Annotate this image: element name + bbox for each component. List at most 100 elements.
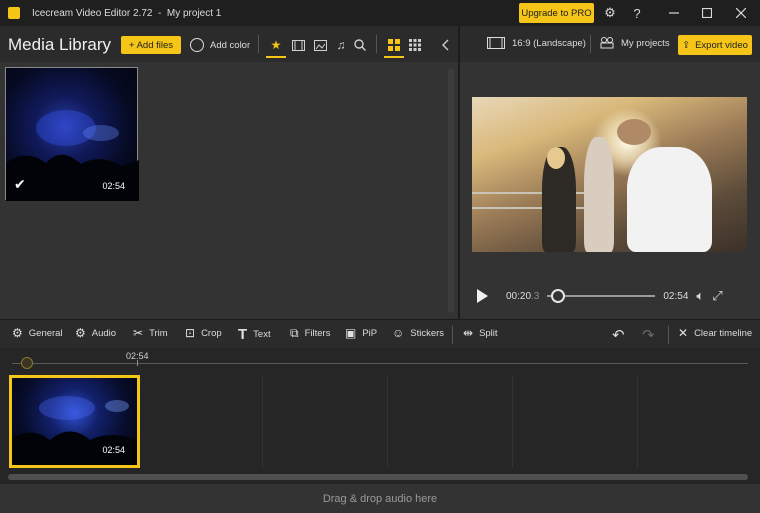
image-filter-icon[interactable] <box>312 36 328 54</box>
export-icon: ⇪ <box>682 39 691 51</box>
library-scrollbar[interactable] <box>448 68 454 313</box>
divider <box>376 35 377 53</box>
window-title: Icecream Video Editor 2.72 - My project … <box>32 7 222 19</box>
split-button[interactable]: ⇹ Split <box>463 326 498 340</box>
active-view-indicator <box>384 56 404 58</box>
pip-button[interactable]: ▣ PiP <box>345 326 377 340</box>
person-head <box>617 119 651 145</box>
audio-drop-zone[interactable]: Drag & drop audio here <box>0 484 760 513</box>
clip-duration: 02:54 <box>102 445 125 455</box>
text-button[interactable]: T Text <box>238 326 271 343</box>
grid-line <box>262 376 263 468</box>
grid-line <box>512 376 513 468</box>
total-time: 02:54 <box>663 290 689 302</box>
filters-icon: ⧉ <box>290 326 299 340</box>
volume-icon[interactable]: 🔈︎ <box>696 288 704 304</box>
edit-toolbar: ⚙ General ⚙ Audio ✂ Trim ⊡ Crop T Text ⧉ Filte… <box>0 319 760 348</box>
page-title: Media Library <box>8 35 111 54</box>
aspect-ratio-icon <box>487 37 505 49</box>
divider <box>590 35 591 53</box>
aspect-ratio-label: 16:9 (Landscape) <box>512 37 586 49</box>
video-filter-icon[interactable] <box>290 36 306 54</box>
fullscreen-icon[interactable]: ⤢ <box>712 288 722 304</box>
library-toolbar: Media Library + Add files Add color ★ ♫ <box>0 26 458 62</box>
preview-toolbar: 16:9 (Landscape) My projects ⇪ Export vi… <box>460 26 760 62</box>
music-filter-icon[interactable]: ♫ <box>333 36 349 54</box>
split-icon: ⇹ <box>463 326 474 340</box>
close-icon: ✕ <box>678 326 689 340</box>
help-icon[interactable]: ? <box>627 3 647 23</box>
selected-check-icon: ✔ <box>14 176 26 192</box>
minimize-icon[interactable] <box>664 3 684 23</box>
trim-button[interactable]: ✂ Trim <box>133 326 168 340</box>
filters-label: Filters <box>304 328 331 339</box>
audio-label: Audio <box>91 327 117 339</box>
my-projects-button[interactable]: My projects <box>600 37 670 49</box>
app-logo-icon <box>8 7 20 19</box>
player-controls: 00:20.3 02:54 🔈︎ ⤢ <box>472 286 748 306</box>
general-button[interactable]: ⚙ General <box>12 326 63 340</box>
person <box>584 137 614 252</box>
stickers-button[interactable]: ☺ Stickers <box>392 326 444 340</box>
preview-panel: 00:20.3 02:54 🔈︎ ⤢ <box>460 62 760 319</box>
clear-timeline-button[interactable]: ✕ Clear timeline <box>678 326 752 340</box>
audio-drop-label: Drag & drop audio here <box>322 492 438 505</box>
current-time: 00:20.3 <box>506 290 540 302</box>
star-filter-icon[interactable]: ★ <box>268 36 284 54</box>
ruler-tick <box>137 360 138 366</box>
divider <box>668 326 669 344</box>
grid-line <box>387 376 388 468</box>
grid-large-view-icon[interactable] <box>386 36 402 54</box>
gear-icon: ⚙ <box>12 326 23 340</box>
grid-line <box>637 376 638 468</box>
filters-button[interactable]: ⧉ Filters <box>290 326 330 341</box>
crop-label: Crop <box>201 327 222 339</box>
add-color-button[interactable]: Add color <box>190 36 250 54</box>
play-icon[interactable] <box>477 289 488 303</box>
divider <box>452 326 453 344</box>
timeline-ruler[interactable] <box>12 363 748 364</box>
media-item[interactable]: ✔ 02:54 <box>5 67 139 201</box>
add-files-button[interactable]: + Add files <box>121 36 181 54</box>
projects-icon <box>600 37 614 49</box>
export-video-button[interactable]: ⇪ Export video <box>678 35 752 55</box>
collapse-panel-icon[interactable] <box>437 36 453 54</box>
aspect-ratio-button[interactable]: 16:9 (Landscape) <box>487 37 586 49</box>
export-label: Export video <box>695 39 748 51</box>
crop-button[interactable]: ⊡ Crop <box>185 326 222 340</box>
person <box>627 147 712 252</box>
split-label: Split <box>479 327 498 339</box>
crop-icon: ⊡ <box>185 326 196 340</box>
close-icon[interactable] <box>731 3 751 23</box>
audio-button[interactable]: ⚙ Audio <box>75 326 116 340</box>
timeline-clip[interactable]: 02:54 <box>9 375 140 468</box>
timeline-scrollbar[interactable] <box>8 474 748 480</box>
stickers-label: Stickers <box>410 327 445 339</box>
gear-icon: ⚙ <box>75 326 86 340</box>
seek-slider[interactable] <box>547 289 656 303</box>
maximize-icon[interactable] <box>697 3 717 23</box>
thumb-duration: 02:54 <box>102 181 125 191</box>
seek-handle[interactable] <box>551 289 566 303</box>
smile-icon: ☺ <box>392 326 405 340</box>
gear-icon[interactable]: ⚙ <box>600 3 620 23</box>
trim-label: Trim <box>149 327 168 339</box>
active-filter-indicator <box>266 56 286 58</box>
video-preview[interactable] <box>472 97 747 252</box>
clear-timeline-label: Clear timeline <box>694 327 753 339</box>
text-label: Text <box>253 329 271 340</box>
playhead-handle[interactable] <box>21 357 33 369</box>
text-icon: T <box>238 326 248 343</box>
my-projects-label: My projects <box>621 37 670 49</box>
redo-icon[interactable]: ↷ <box>642 326 655 344</box>
upgrade-button[interactable]: Upgrade to PRO <box>519 3 594 23</box>
undo-icon[interactable]: ↶ <box>612 326 625 344</box>
divider <box>258 35 259 53</box>
media-library-panel: ✔ 02:54 <box>0 62 458 319</box>
pip-icon: ▣ <box>345 326 357 340</box>
search-icon[interactable] <box>352 36 368 54</box>
general-label: General <box>28 327 63 339</box>
title-bar: Icecream Video Editor 2.72 - My project … <box>0 0 760 26</box>
palette-icon <box>190 38 204 52</box>
grid-small-view-icon[interactable] <box>407 36 423 54</box>
